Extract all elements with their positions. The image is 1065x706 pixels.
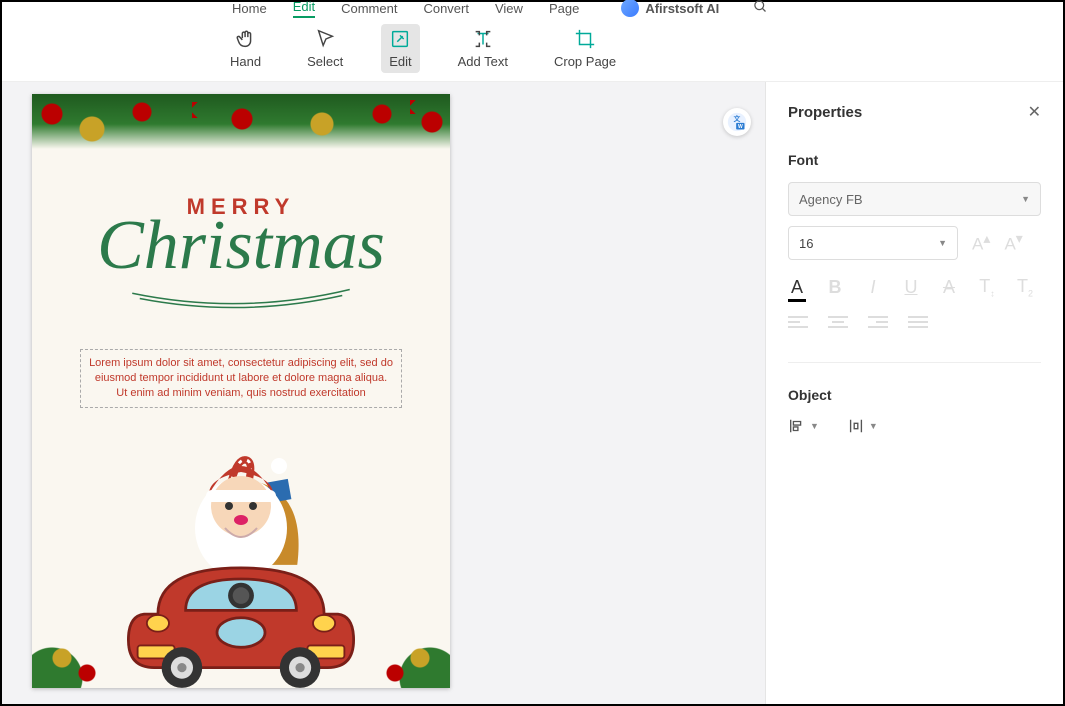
properties-panel: Properties ✕ Font Agency FB ▼ 16 ▼ A▴ A▾…	[765, 82, 1063, 704]
align-justify-button[interactable]	[908, 315, 928, 336]
export-word-button[interactable]: 文W	[723, 108, 751, 136]
ai-button[interactable]: Afirstsoft AI	[621, 0, 719, 17]
font-name-value: Agency FB	[799, 192, 863, 207]
document-page[interactable]: MERRY Christmas Lorem ipsum dolor sit am…	[32, 94, 450, 688]
svg-text:文: 文	[734, 114, 741, 123]
svg-text:W: W	[738, 124, 743, 130]
close-icon[interactable]: ✕	[1028, 102, 1041, 122]
font-family-dropdown[interactable]: Agency FB ▼	[788, 182, 1041, 216]
canvas-area[interactable]: 文W MERRY Christmas Lorem ipsum dolor sit…	[2, 82, 765, 704]
align-center-button[interactable]	[828, 315, 848, 336]
add-text-tool[interactable]: Add Text	[450, 24, 516, 73]
font-size-dropdown[interactable]: 16 ▼	[788, 226, 958, 260]
ai-label: Afirstsoft AI	[645, 1, 719, 16]
font-section-label: Font	[788, 152, 1041, 168]
align-row	[788, 315, 1041, 336]
chevron-down-icon: ▼	[938, 238, 947, 248]
chevron-down-icon: ▼	[810, 421, 819, 431]
christmas-text[interactable]: Christmas	[32, 206, 450, 286]
edit-toolbar: Hand Select Edit Add Text Crop Page	[2, 18, 1063, 82]
search-icon[interactable]	[753, 0, 768, 17]
decrease-font-icon[interactable]: A▾	[1004, 231, 1022, 255]
font-size-value: 16	[799, 236, 813, 251]
italic-button[interactable]: I	[864, 277, 882, 298]
tab-edit[interactable]: Edit	[293, 0, 315, 18]
car-icon	[121, 531, 361, 688]
main-tabs: Home Edit Comment Convert View Page Afir…	[2, 2, 1063, 18]
superscript-button[interactable]: T↕	[978, 276, 996, 299]
crop-page-tool[interactable]: Crop Page	[546, 24, 624, 73]
edit-tool[interactable]: Edit	[381, 24, 419, 73]
tab-comment[interactable]: Comment	[341, 1, 397, 16]
chevron-down-icon: ▼	[869, 421, 878, 431]
select-tool[interactable]: Select	[299, 24, 351, 73]
align-left-button[interactable]	[788, 315, 808, 336]
text-format-row: A B I U A T↕ T2	[788, 276, 1041, 299]
tab-home[interactable]: Home	[232, 1, 267, 16]
hand-tool[interactable]: Hand	[222, 24, 269, 73]
ai-icon	[621, 0, 639, 17]
tab-page[interactable]: Page	[549, 1, 579, 16]
align-right-button[interactable]	[868, 315, 888, 336]
distribute-objects-button[interactable]: ▼	[847, 417, 878, 435]
subscript-button[interactable]: T2	[1016, 276, 1034, 299]
santa-illustration[interactable]	[32, 398, 450, 688]
divider	[788, 362, 1041, 363]
align-objects-button[interactable]: ▼	[788, 417, 819, 435]
garland-decoration	[32, 94, 450, 160]
addtext-label: Add Text	[458, 54, 508, 69]
bold-button[interactable]: B	[826, 277, 844, 298]
strikethrough-button[interactable]: A	[940, 277, 958, 298]
tab-view[interactable]: View	[495, 1, 523, 16]
font-color-button[interactable]: A	[788, 277, 806, 298]
select-label: Select	[307, 54, 343, 69]
crop-label: Crop Page	[554, 54, 616, 69]
edit-label: Edit	[389, 54, 411, 69]
underline-button[interactable]: U	[902, 277, 920, 298]
object-section-label: Object	[788, 387, 1041, 403]
increase-font-icon[interactable]: A▴	[972, 231, 990, 255]
swash-underline	[92, 282, 390, 312]
tab-convert[interactable]: Convert	[423, 1, 469, 16]
hand-label: Hand	[230, 54, 261, 69]
workspace: 文W MERRY Christmas Lorem ipsum dolor sit…	[2, 82, 1063, 704]
properties-title: Properties	[788, 104, 862, 121]
chevron-down-icon: ▼	[1021, 194, 1030, 204]
